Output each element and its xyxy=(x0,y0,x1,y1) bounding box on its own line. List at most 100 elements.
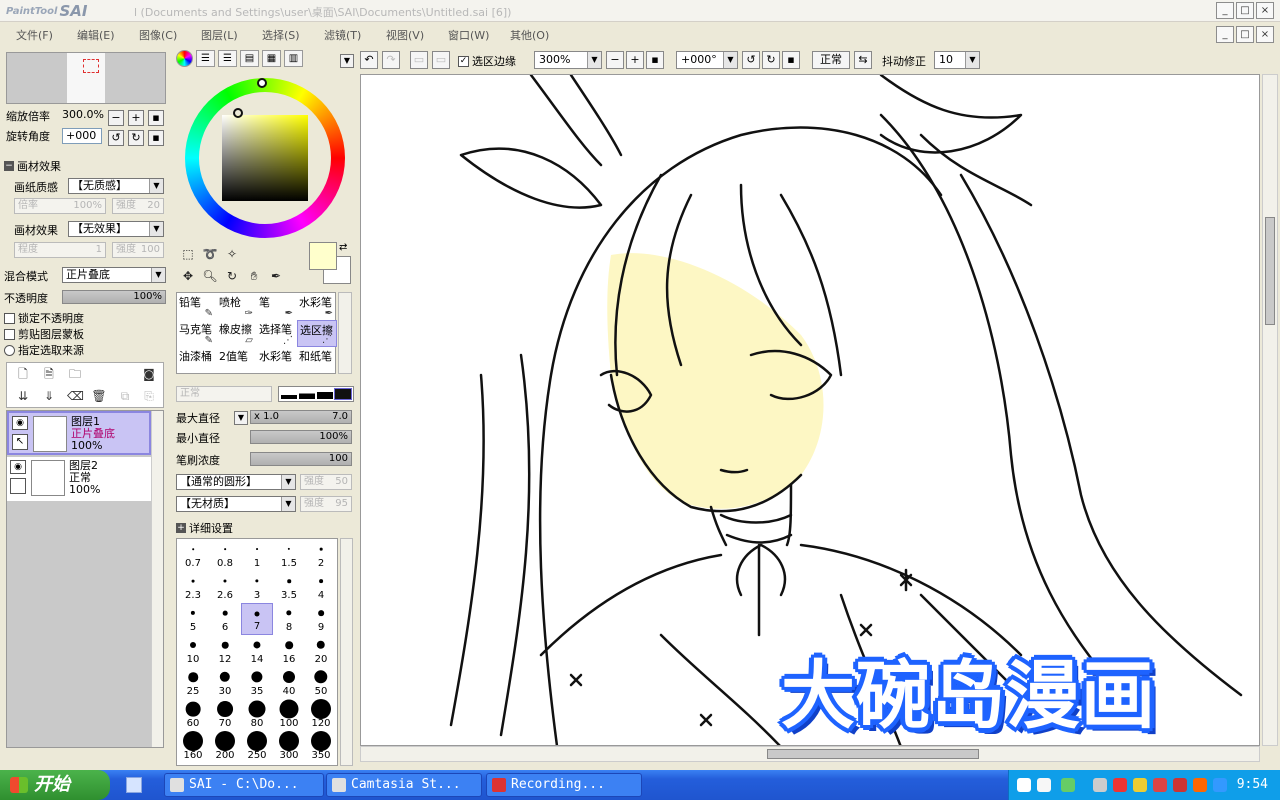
brush-size-cell[interactable]: 8 xyxy=(273,603,305,635)
brush-shape-select[interactable]: 【通常的圆形】 ▼ xyxy=(176,474,296,490)
flip-horizontal-button[interactable]: ⇆ xyxy=(854,51,872,69)
deselect-button[interactable]: ▭ xyxy=(410,51,428,69)
hand-icon[interactable]: ✋︎ xyxy=(246,268,262,284)
menu-window[interactable]: 窗口(W) xyxy=(448,27,489,43)
min-diameter-slider[interactable]: 100% xyxy=(250,430,352,444)
hsv-slider-tab[interactable]: ☰ xyxy=(218,50,237,67)
zoom-reset-button[interactable]: ▪ xyxy=(646,51,664,69)
keyboard-icon[interactable] xyxy=(1017,778,1031,792)
brush-size-cell[interactable]: 120 xyxy=(305,699,337,731)
color-wheel-tab[interactable] xyxy=(176,50,193,67)
task-camtasia[interactable]: Camtasia St... xyxy=(326,773,482,797)
brush-size-cell[interactable]: 6 xyxy=(209,603,241,635)
swatches-tab[interactable]: ▤ xyxy=(240,50,259,67)
brush-size-cell[interactable]: 4 xyxy=(305,571,337,603)
eye-icon[interactable]: ◉ xyxy=(12,416,28,430)
brush-eraser[interactable]: 橡皮擦 ▱ xyxy=(217,320,257,347)
brush-shape-medium[interactable] xyxy=(299,389,315,399)
brush-size-cell[interactable]: 100 xyxy=(273,699,305,731)
density-slider[interactable]: 100 xyxy=(250,452,352,466)
brush-size-cell[interactable]: 35 xyxy=(241,667,273,699)
swap-colors-icon[interactable]: ⇄ xyxy=(339,242,347,253)
brush-size-cell[interactable]: 0.7 xyxy=(177,539,209,571)
menu-select[interactable]: 选择(S) xyxy=(262,27,300,43)
brush-size-cell[interactable]: 7 xyxy=(241,603,273,635)
zoom-out-button[interactable]: − xyxy=(606,51,624,69)
start-button[interactable]: 开始 xyxy=(0,770,110,800)
scratchpad-tab[interactable]: ▦ xyxy=(262,50,281,67)
brush-size-cell[interactable]: 2.3 xyxy=(177,571,209,603)
maximize-button[interactable]: □ xyxy=(1236,2,1254,19)
rotate-value[interactable]: +000 xyxy=(62,128,102,144)
brush-size-cell[interactable]: 70 xyxy=(209,699,241,731)
max-diameter-dropdown[interactable]: ▼ xyxy=(234,411,248,425)
merge-down-icon[interactable]: ⇓ xyxy=(41,388,57,404)
rgb-slider-tab[interactable]: ☰ xyxy=(196,50,215,67)
rotate-reset-button[interactable]: ▪ xyxy=(782,51,800,69)
panel-menu-button[interactable]: ▼ xyxy=(340,54,354,68)
brush-size-cell[interactable]: 0.8 xyxy=(209,539,241,571)
brush-marker[interactable]: 马克笔 ✎ xyxy=(177,320,217,347)
tray-app-icon[interactable] xyxy=(1153,778,1167,792)
zoom-out-button[interactable]: − xyxy=(108,110,124,126)
close-button[interactable]: × xyxy=(1256,2,1274,19)
menu-file[interactable]: 文件(F) xyxy=(16,27,53,43)
brush-select-pen[interactable]: 选择笔 ⋰ xyxy=(257,320,297,347)
eyedropper-icon[interactable]: ✒ xyxy=(268,268,284,284)
navigator-thumbnail[interactable] xyxy=(6,52,166,104)
rect-select-icon[interactable]: ⬚ xyxy=(180,246,196,262)
brush-binary-pen[interactable]: 2值笔 xyxy=(217,347,257,374)
delete-layer-icon[interactable]: 🗑 xyxy=(91,388,107,404)
layer-item[interactable]: ◉ ↖ 图层1 正片叠底 100% xyxy=(7,411,151,455)
zoom-reset-button[interactable]: ▪ xyxy=(148,110,164,126)
brush-size-cell[interactable]: 5 xyxy=(177,603,209,635)
brush-watercolor-2[interactable]: 水彩笔 xyxy=(257,347,297,374)
size-grid-scrollbar[interactable] xyxy=(340,538,353,766)
brush-size-cell[interactable]: 2 xyxy=(305,539,337,571)
brush-size-cell[interactable]: 350 xyxy=(305,731,337,763)
canvas-horizontal-scrollbar[interactable] xyxy=(360,746,1260,762)
brush-airbrush[interactable]: 喷枪 ✑ xyxy=(217,293,257,320)
eye-icon[interactable]: ◉ xyxy=(10,460,26,474)
brush-size-cell[interactable]: 50 xyxy=(305,667,337,699)
brush-pencil[interactable]: 铅笔 ✎ xyxy=(177,293,217,320)
zoom-in-button[interactable]: + xyxy=(626,51,644,69)
lock-opacity-checkbox[interactable]: 锁定不透明度 xyxy=(4,310,84,326)
brush-shape-soft[interactable] xyxy=(281,389,297,399)
zoom-icon[interactable]: 🔍︎ xyxy=(202,268,218,284)
volume-icon[interactable] xyxy=(1093,778,1107,792)
rotate-left-button[interactable]: ↺ xyxy=(108,130,124,146)
navigator-viewport-box[interactable] xyxy=(83,59,99,73)
brush-size-cell[interactable]: 160 xyxy=(177,731,209,763)
brush-bucket[interactable]: 油漆桶 xyxy=(177,347,217,374)
clear-layer-icon[interactable]: ⌫ xyxy=(67,388,84,404)
help-icon[interactable] xyxy=(1037,778,1051,792)
drawing-canvas[interactable]: 大碗岛漫画 xyxy=(360,74,1260,746)
blend-mode-select[interactable]: 正片叠底 ▼ xyxy=(62,267,166,283)
material-section-header[interactable]: − 画材效果 xyxy=(4,158,61,174)
saturation-value-square[interactable] xyxy=(222,115,308,201)
lasso-icon[interactable]: ➰ xyxy=(202,246,218,262)
sv-marker[interactable] xyxy=(233,108,243,118)
rotate-icon[interactable]: ↻ xyxy=(224,268,240,284)
layer-item[interactable]: ◉ 图层2 正常 100% xyxy=(7,457,151,501)
transfer-down-icon[interactable]: ⇊ xyxy=(15,388,31,404)
brush-size-cell[interactable]: 12 xyxy=(209,635,241,667)
detail-settings-header[interactable]: + 详细设置 xyxy=(176,520,233,536)
rotate-ccw-button[interactable]: ↺ xyxy=(742,51,760,69)
minimize-button[interactable]: _ xyxy=(1216,2,1234,19)
menu-other[interactable]: 其他(O) xyxy=(510,27,549,43)
tray-app-icon[interactable] xyxy=(1113,778,1127,792)
brush-size-cell[interactable]: 3 xyxy=(241,571,273,603)
brush-size-cell[interactable]: 14 xyxy=(241,635,273,667)
brush-select-eraser[interactable]: 选区擦 ⋰ xyxy=(297,320,337,347)
undo-button[interactable]: ↶ xyxy=(360,51,378,69)
brush-size-cell[interactable]: 60 xyxy=(177,699,209,731)
brush-size-cell[interactable]: 3.5 xyxy=(273,571,305,603)
redo-button[interactable]: ↷ xyxy=(382,51,400,69)
rotate-cw-button[interactable]: ↻ xyxy=(762,51,780,69)
new-linework-layer-icon[interactable]: 🗎 xyxy=(41,366,57,382)
brush-size-cell[interactable]: 1 xyxy=(241,539,273,571)
brush-size-cell[interactable]: 80 xyxy=(241,699,273,731)
foreground-color-swatch[interactable] xyxy=(309,242,337,270)
